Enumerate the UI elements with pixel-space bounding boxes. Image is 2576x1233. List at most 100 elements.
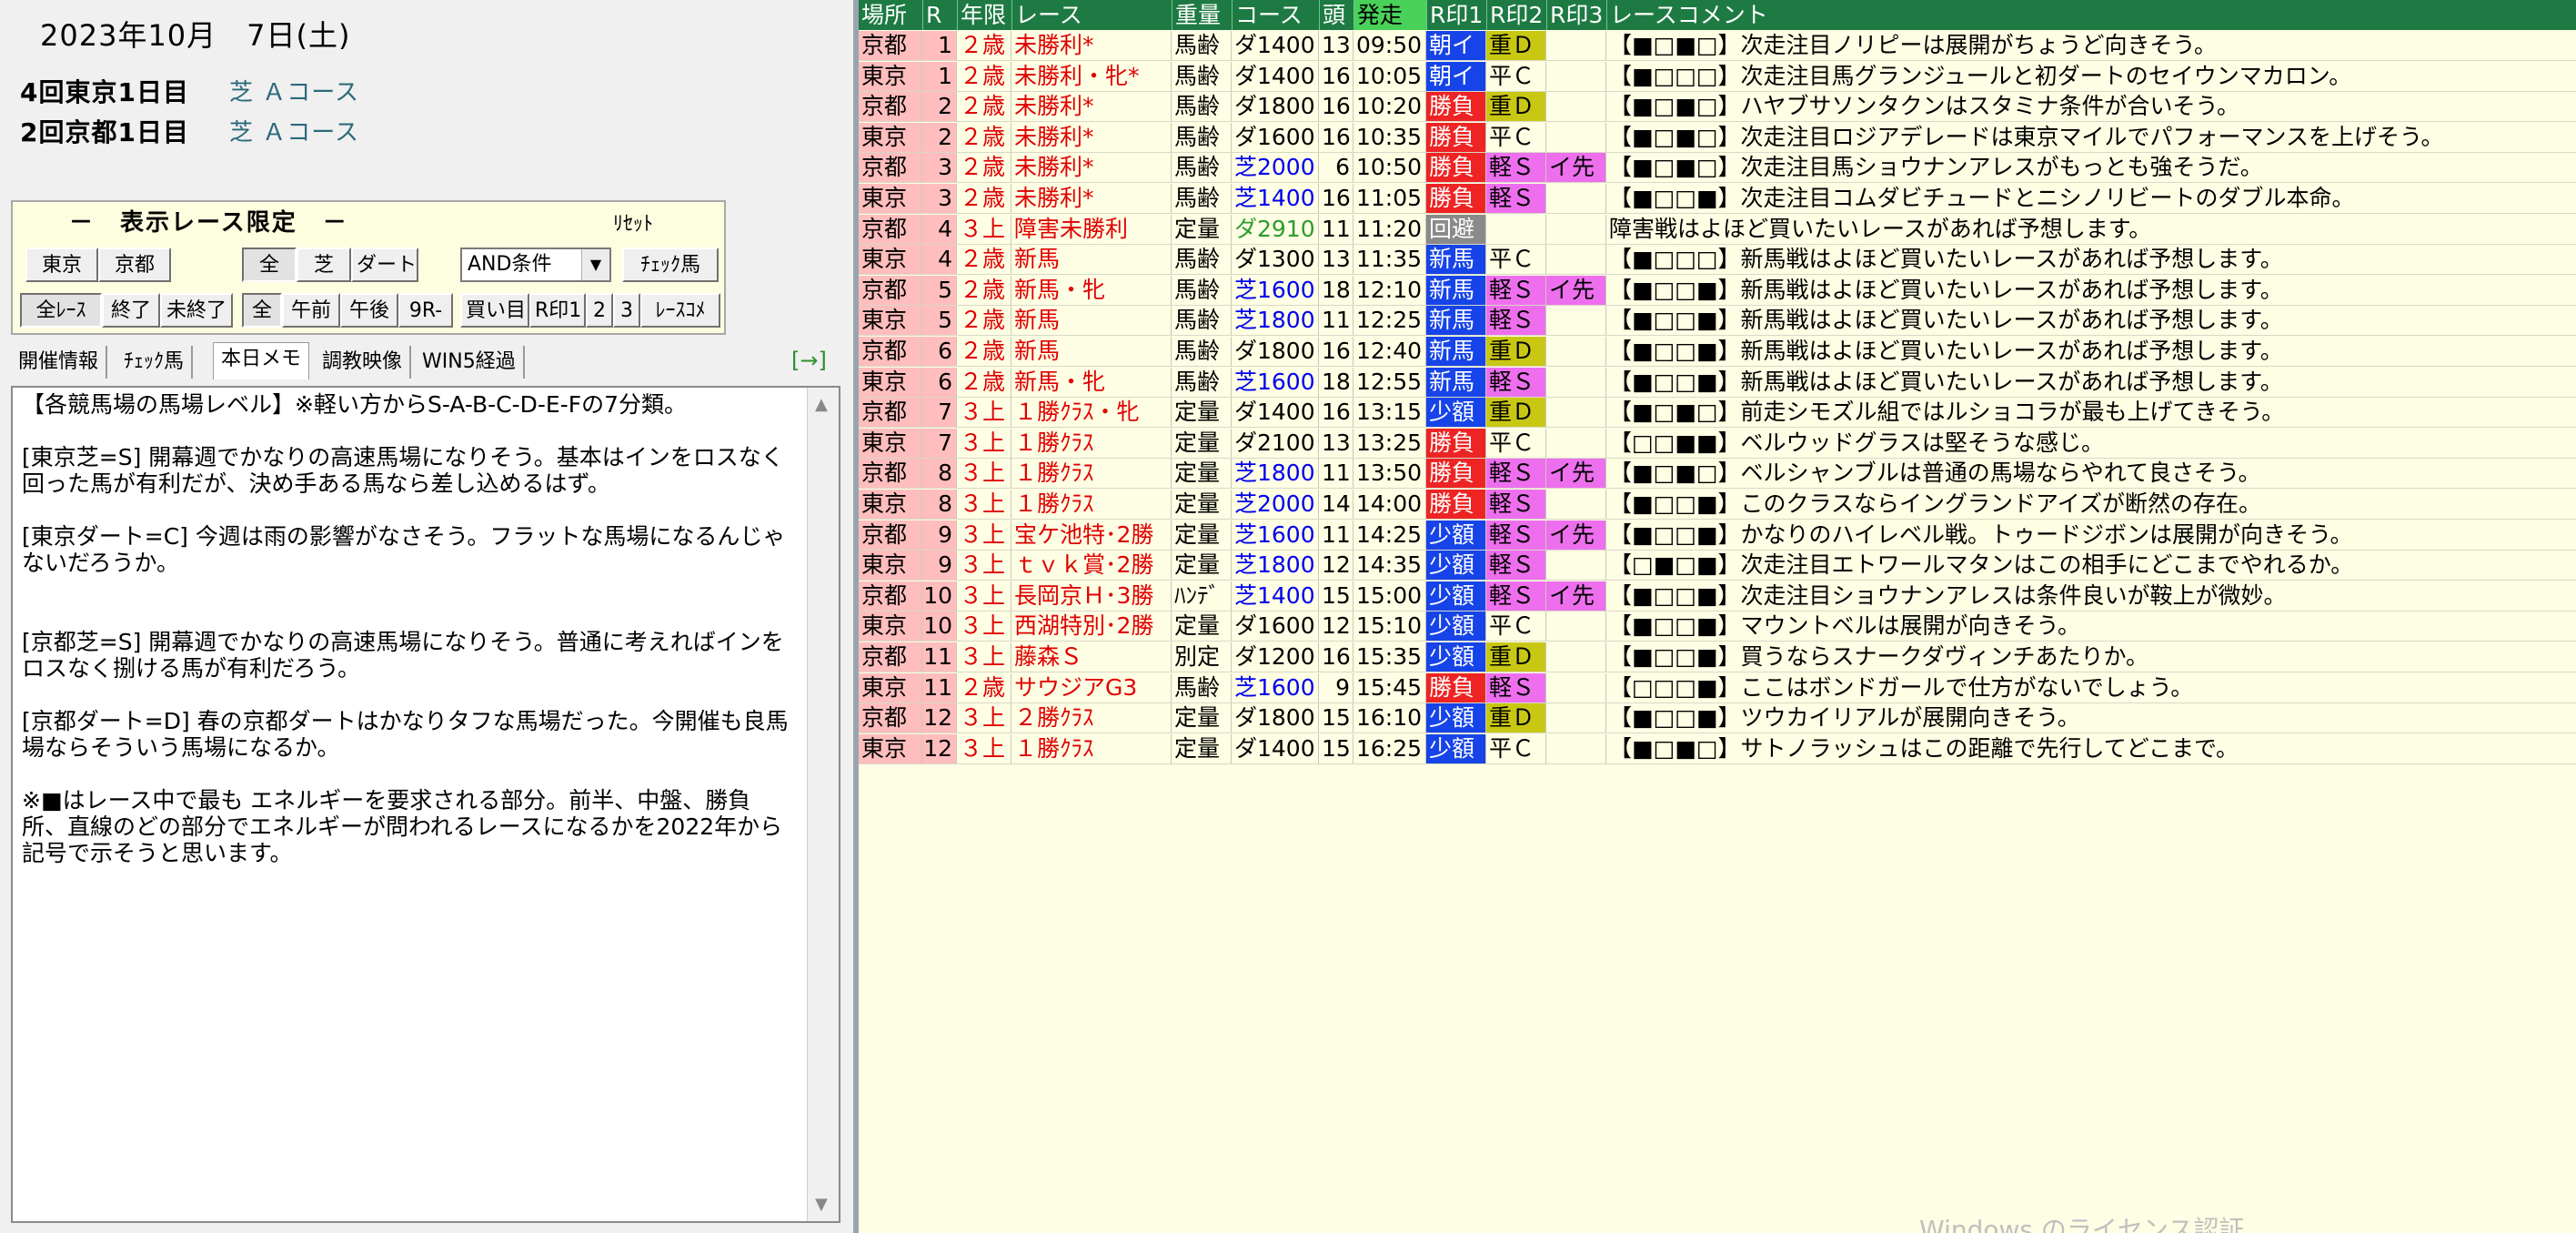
cell-place: 東京: [859, 611, 922, 642]
condition-select[interactable]: AND条件 ▼: [460, 248, 611, 282]
table-row[interactable]: 東京 12 ３上 １勝ｸﾗｽ 定量 ダ1400 15 16:25 少額 平Ｃ 【■□■□】サトノラッ…: [859, 733, 2576, 764]
tab-training-video[interactable]: 調教映像: [315, 346, 412, 379]
table-row[interactable]: 東京 6 ２歳 新馬・牝 馬齢 芝1600 18 12:55 新馬 軽Ｓ 【■□□■】新馬戦はよほど…: [859, 367, 2576, 398]
cell-m2: 軽Ｓ: [1486, 490, 1546, 519]
cell-race: 未勝利*: [1011, 122, 1172, 152]
meeting-course: 芝 Ａコース: [229, 79, 359, 106]
column-header[interactable]: R: [922, 0, 957, 30]
cell-wt: 馬齢: [1172, 61, 1232, 91]
cell-m3: イ先: [1546, 153, 1606, 183]
bet-tickets-button[interactable]: 買い目: [460, 293, 529, 328]
mark3-button[interactable]: 3: [613, 293, 640, 328]
reset-button[interactable]: ﾘｾｯﾄ: [613, 207, 653, 237]
table-row[interactable]: 東京 3 ２歳 未勝利* 馬齢 芝1400 16 11:05 勝負 軽Ｓ 【■□□■】次走注目コムダ…: [859, 184, 2576, 214]
cell-r: 11: [922, 672, 957, 702]
expand-arrow-link[interactable]: [→]: [791, 348, 827, 373]
table-row[interactable]: 京都 2 ２歳 未勝利* 馬齢 ダ1800 16 10:20 勝負 重Ｄ 【■□■□】ハヤブサソンタ…: [859, 92, 2576, 123]
column-header[interactable]: R印2: [1486, 0, 1546, 30]
table-row[interactable]: 京都 1 ２歳 未勝利* 馬齢 ダ1400 13 09:50 朝イ 重Ｄ 【■□■□】次走注目ノリピ…: [859, 31, 2576, 61]
column-header[interactable]: 頭: [1319, 0, 1353, 30]
column-header[interactable]: 発走: [1353, 0, 1426, 30]
tab-meeting-info[interactable]: 開催情報: [11, 346, 108, 379]
cell-course: ダ1300: [1232, 245, 1319, 275]
cell-comment: 【□■□■】次走注目エトワールマタンはこの相手にどこまでやれるか。: [1609, 551, 2354, 579]
table-row[interactable]: 東京 4 ２歳 新馬 馬齢 ダ1300 13 11:35 新馬 平Ｃ 【■□□□】新馬戦はよほど買い…: [859, 245, 2576, 276]
cell-heads: 16: [1319, 398, 1353, 428]
scroll-up-icon[interactable]: ▲: [815, 395, 828, 414]
cell-m3: [1546, 733, 1606, 763]
table-row[interactable]: 東京 8 ３上 １勝ｸﾗｽ 定量 芝2000 14 14:00 勝負 軽Ｓ 【■□□■】このクラスな…: [859, 490, 2576, 520]
memo-textarea[interactable]: 【各競馬場の馬場レベル】※軽い方からS-A-B-C-D-E-Fの7分類。 [東京…: [11, 386, 840, 1223]
column-header[interactable]: R印1: [1426, 0, 1486, 30]
table-row[interactable]: 京都 8 ３上 １勝ｸﾗｽ 定量 芝1800 11 13:50 勝負 軽Ｓ イ先 【■□■□】ベルシャ…: [859, 459, 2576, 490]
cell-m2: 軽Ｓ: [1486, 581, 1546, 611]
race-comment-button[interactable]: ﾚｰｽｺﾒ: [640, 293, 720, 328]
column-header[interactable]: 年限: [957, 0, 1011, 30]
cell-wt: 馬齢: [1172, 367, 1232, 397]
column-header[interactable]: R印3: [1546, 0, 1606, 30]
cell-age: ２歳: [957, 184, 1011, 213]
cell-wt: 馬齢: [1172, 184, 1232, 213]
check-horse-button[interactable]: ﾁｪｯｸ馬: [622, 248, 719, 282]
table-row[interactable]: 東京 11 ２歳 サウジアG3 馬齢 芝1600 9 15:45 勝負 軽Ｓ 【□□□■】ここはボン…: [859, 672, 2576, 703]
tab-check-horse[interactable]: ﾁｪｯｸ馬: [116, 346, 194, 379]
table-row[interactable]: 京都 3 ２歳 未勝利* 馬齢 芝2000 6 10:50 勝負 軽Ｓ イ先 【■□■□】次走注目馬シ…: [859, 153, 2576, 184]
all-races-button[interactable]: 全ﾚｰｽ: [20, 293, 102, 328]
venue-tokyo-button[interactable]: 東京: [25, 248, 98, 282]
table-row[interactable]: 東京 10 ３上 西湖特別･2勝 定量 ダ1600 12 15:10 少額 平Ｃ 【■□□■】マウン…: [859, 611, 2576, 642]
filter-title: － 表示レース限定 －: [69, 209, 348, 237]
cell-place: 東京: [859, 551, 922, 581]
table-row[interactable]: 東京 2 ２歳 未勝利* 馬齢 ダ1600 16 10:35 勝負 平Ｃ 【■□■□】次走注目ロジア…: [859, 122, 2576, 153]
cell-age: ３上: [957, 611, 1011, 642]
table-row[interactable]: 東京 1 ２歳 未勝利・牝* 馬齢 ダ1400 16 10:05 朝イ 平Ｃ 【■□□□】次走注目馬…: [859, 61, 2576, 92]
cell-course: 芝1800: [1232, 306, 1319, 336]
tab-win5-progress[interactable]: WIN5経過: [415, 346, 525, 379]
finished-button[interactable]: 終了: [102, 293, 160, 328]
cell-comment: 【■□■□】次走注目ロジアデレードは東京マイルでパフォーマンスを上げそう。: [1609, 123, 2444, 150]
column-header[interactable]: レース: [1011, 0, 1172, 30]
column-header[interactable]: レースコメント: [1606, 0, 2576, 30]
table-row[interactable]: 京都 4 ３上 障害未勝利 定量 ダ2910 11 11:20 回避 障害戦はよほど買いたいレース…: [859, 214, 2576, 245]
column-header[interactable]: 重量: [1172, 0, 1232, 30]
table-row[interactable]: 京都 11 ３上 藤森Ｓ 別定 ダ1200 16 15:35 少額 重Ｄ 【■□□■】買うならスナー…: [859, 642, 2576, 672]
chevron-down-icon[interactable]: ▼: [581, 249, 609, 280]
race9-onward-button[interactable]: 9R-: [398, 293, 453, 328]
column-header[interactable]: コース: [1232, 0, 1319, 30]
table-row[interactable]: 東京 7 ３上 １勝ｸﾗｽ 定量 ダ2100 13 13:25 勝負 平Ｃ 【□□■■】ベルウッドグ…: [859, 428, 2576, 459]
cell-r: 8: [922, 490, 957, 519]
cell-m1: 勝負: [1426, 122, 1486, 152]
mark1-button[interactable]: R印1: [529, 293, 586, 328]
morning-button[interactable]: 午前: [282, 293, 340, 328]
surface-turf-button[interactable]: 芝: [297, 248, 351, 282]
cell-m3: [1546, 184, 1606, 213]
surface-dirt-button[interactable]: ダート: [351, 248, 418, 282]
cell-m1: 勝負: [1426, 184, 1486, 213]
cell-comment: 【■□□■】次走注目コムダビチュードとニシノリビートのダブル本命。: [1609, 185, 2355, 211]
condition-value: AND条件: [468, 253, 552, 276]
cell-r: 2: [922, 122, 957, 152]
tab-today-memo[interactable]: 本日メモ: [213, 342, 310, 379]
table-row[interactable]: 京都 10 ３上 長岡京Ｈ･3勝 ﾊﾝﾃﾞ 芝1400 15 15:00 少額 軽Ｓ イ先 【■□□■…: [859, 581, 2576, 611]
column-header[interactable]: 場所: [859, 0, 922, 30]
cell-age: ３上: [957, 459, 1011, 489]
cell-m3: [1546, 306, 1606, 336]
table-row[interactable]: 京都 7 ３上 １勝ｸﾗｽ・牝 定量 ダ1400 16 13:15 少額 重Ｄ 【■□■□】前走シモ…: [859, 398, 2576, 429]
table-row[interactable]: 京都 5 ２歳 新馬・牝 馬齢 芝1600 18 12:10 新馬 軽Ｓ イ先 【■□□■】新馬戦はよ…: [859, 275, 2576, 306]
table-row[interactable]: 京都 6 ２歳 新馬 馬齢 ダ1800 16 12:40 新馬 重Ｄ 【■□□■】新馬戦はよほど買い…: [859, 337, 2576, 367]
unfinished-button[interactable]: 未終了: [160, 293, 233, 328]
mark2-button[interactable]: 2: [586, 293, 613, 328]
memo-scrollbar[interactable]: ▲ ▼: [807, 388, 839, 1221]
cell-race: 新馬: [1011, 337, 1172, 366]
cell-place: 東京: [859, 672, 922, 702]
cell-wt: 馬齢: [1172, 122, 1232, 152]
scroll-down-icon[interactable]: ▼: [815, 1195, 828, 1214]
cell-course: ダ1200: [1232, 642, 1319, 672]
afternoon-button[interactable]: 午後: [340, 293, 398, 328]
table-row[interactable]: 東京 9 ３上 ｔｖｋ賞･2勝 定量 芝1800 12 14:35 少額 軽Ｓ 【□■□■】次走注目…: [859, 551, 2576, 581]
time-all-button[interactable]: 全: [242, 293, 282, 328]
table-row[interactable]: 京都 12 ３上 ２勝ｸﾗｽ 定量 ダ1800 15 16:10 少額 重Ｄ 【■□□■】ツウカイリ…: [859, 703, 2576, 734]
surface-all-button[interactable]: 全: [242, 248, 297, 282]
table-row[interactable]: 京都 9 ３上 宝ケ池特･2勝 定量 芝1600 11 14:25 少額 軽Ｓ イ先 【■□□■】かな…: [859, 520, 2576, 551]
venue-kyoto-button[interactable]: 京都: [98, 248, 171, 282]
table-row[interactable]: 東京 5 ２歳 新馬 馬齢 芝1800 11 12:25 新馬 軽Ｓ 【■□□■】新馬戦はよほど買い…: [859, 306, 2576, 337]
